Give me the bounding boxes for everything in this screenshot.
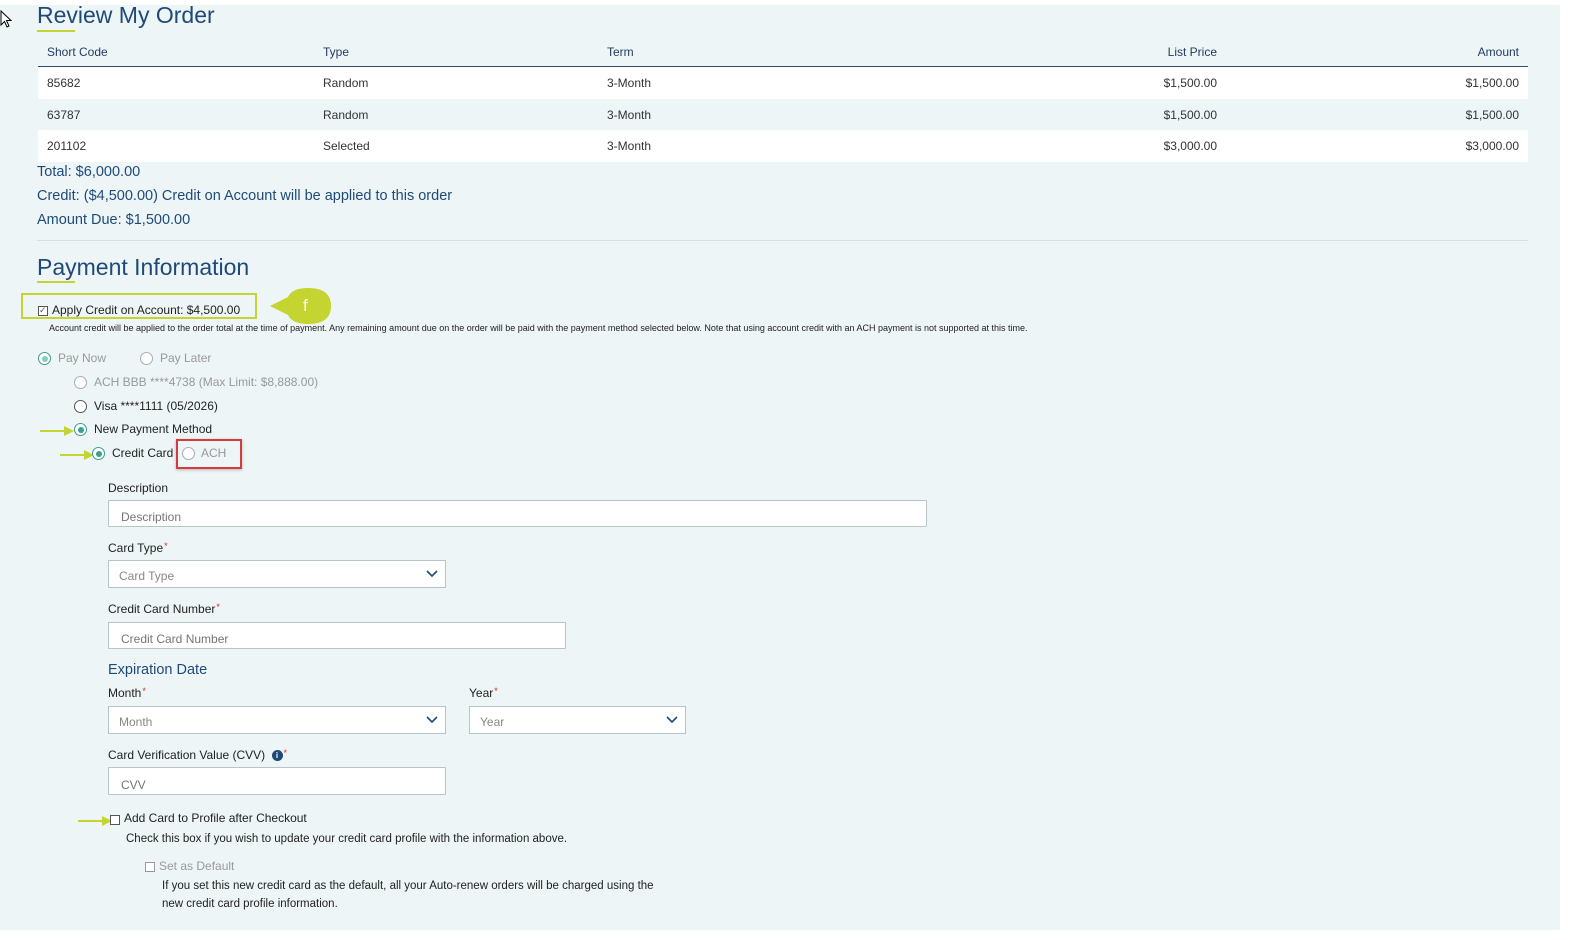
chevron-down-icon [666,716,678,724]
col-amount: Amount [1226,40,1528,67]
set-default-checkbox[interactable] [145,862,155,872]
add-card-label: Add Card to Profile after Checkout [124,811,307,825]
default-note-line-2: new credit card profile information. [162,898,338,910]
cc-number-input[interactable] [108,622,566,649]
description-input[interactable] [108,500,927,527]
arrow-right-icon [60,450,94,460]
cell-list-price: $1,500.00 [882,66,1226,99]
cell-type: Selected [314,130,598,163]
cell-term: 3-Month [598,66,882,99]
cell-type: Random [314,66,598,99]
arrow-right-icon [40,426,74,436]
order-credit: Credit: ($4,500.00) Credit on Account wi… [37,188,453,204]
pay-later-radio[interactable] [140,352,153,365]
order-table: Short Code Type Term List Price Amount 8… [38,40,1528,163]
card-type-label: Card Type* [108,541,168,555]
pay-now-label: Pay Now [58,351,107,365]
checkmark-icon: ✓ [39,305,47,315]
expiration-heading: Expiration Date [108,662,208,678]
col-type: Type [314,40,598,67]
cell-short-code: 85682 [38,66,314,99]
year-label: Year* [469,686,498,700]
add-card-note: Check this box if you wish to update you… [126,833,568,845]
cell-term: 3-Month [607,107,652,122]
cell-amount: $3,000.00 [1226,130,1528,163]
month-label: Month* [108,686,146,700]
cell-short-code: 63787 [47,107,81,122]
set-default-label: Set as Default [159,859,235,873]
order-amount-due: Amount Due: $1,500.00 [37,212,191,228]
cell-term: 3-Month [598,130,882,163]
cell-short-code: 201102 [38,130,314,163]
cc-number-label: Credit Card Number* [108,602,220,616]
payment-title: Payment Information [37,254,250,280]
ach-radio[interactable] [182,447,195,460]
callout-letter: f [303,296,308,315]
ach-label: ACH [201,446,227,460]
col-list-price: List Price [882,40,1226,67]
cell-amount: $1,500.00 [1226,66,1528,99]
credit-note: Account credit will be applied to the or… [49,323,1028,333]
payment-title-underline [37,281,75,283]
review-title: Review My Order [37,2,215,28]
chevron-down-icon [426,570,438,578]
cell-list-price: $3,000.00 [882,130,1226,163]
callout-bubble-icon [270,288,331,324]
year-select[interactable]: Year [469,706,686,734]
new-method-label: New Payment Method [94,422,213,436]
title-underline [37,30,75,32]
visa-saved-label: Visa ****1111 (05/2026) [94,399,218,413]
table-header-row: Short Code Type Term List Price Amount [38,40,1528,67]
visa-saved-radio[interactable] [74,400,87,413]
pay-now-radio[interactable] [38,352,51,365]
table-row: 85682 Random 3-Month $1,500.00 $1,500.00 [38,66,1528,99]
cvv-input[interactable] [108,767,446,795]
credit-card-label: Credit Card [112,446,174,460]
chevron-down-icon [426,716,438,724]
new-method-radio[interactable] [74,423,87,436]
add-card-checkbox[interactable] [110,815,120,825]
cell-amount: $1,500.00 [1465,107,1519,122]
mouse-cursor-icon [0,10,12,28]
default-note-line-1: If you set this new credit card as the d… [162,880,654,892]
ach-saved-label: ACH BBB ****4738 (Max Limit: $8,888.00) [94,375,319,389]
cell-list-price: $1,500.00 [1163,107,1217,122]
info-icon[interactable]: i [271,750,283,762]
apply-credit-label: Apply Credit on Account: $4,500.00 [52,303,241,317]
cell-type: Random [323,107,369,122]
col-term: Term [598,40,882,67]
table-row: 201102 Selected 3-Month $3,000.00 $3,000… [38,130,1528,163]
arrow-right-icon [78,816,112,826]
order-total: Total: $6,000.00 [37,164,141,180]
card-type-select[interactable]: Card Type [108,560,446,588]
description-label: Description [108,481,169,495]
month-select[interactable]: Month [108,706,446,734]
credit-card-radio[interactable] [92,447,105,460]
cvv-label: Card Verification Value (CVV) i * [108,748,288,762]
ach-saved-radio[interactable] [74,376,87,389]
table-row: 63787 Random 3-Month $1,500.00 $1,500.00 [38,99,1528,131]
col-short-code: Short Code [38,40,314,67]
section-divider [37,240,1528,241]
pay-later-label: Pay Later [160,351,212,365]
